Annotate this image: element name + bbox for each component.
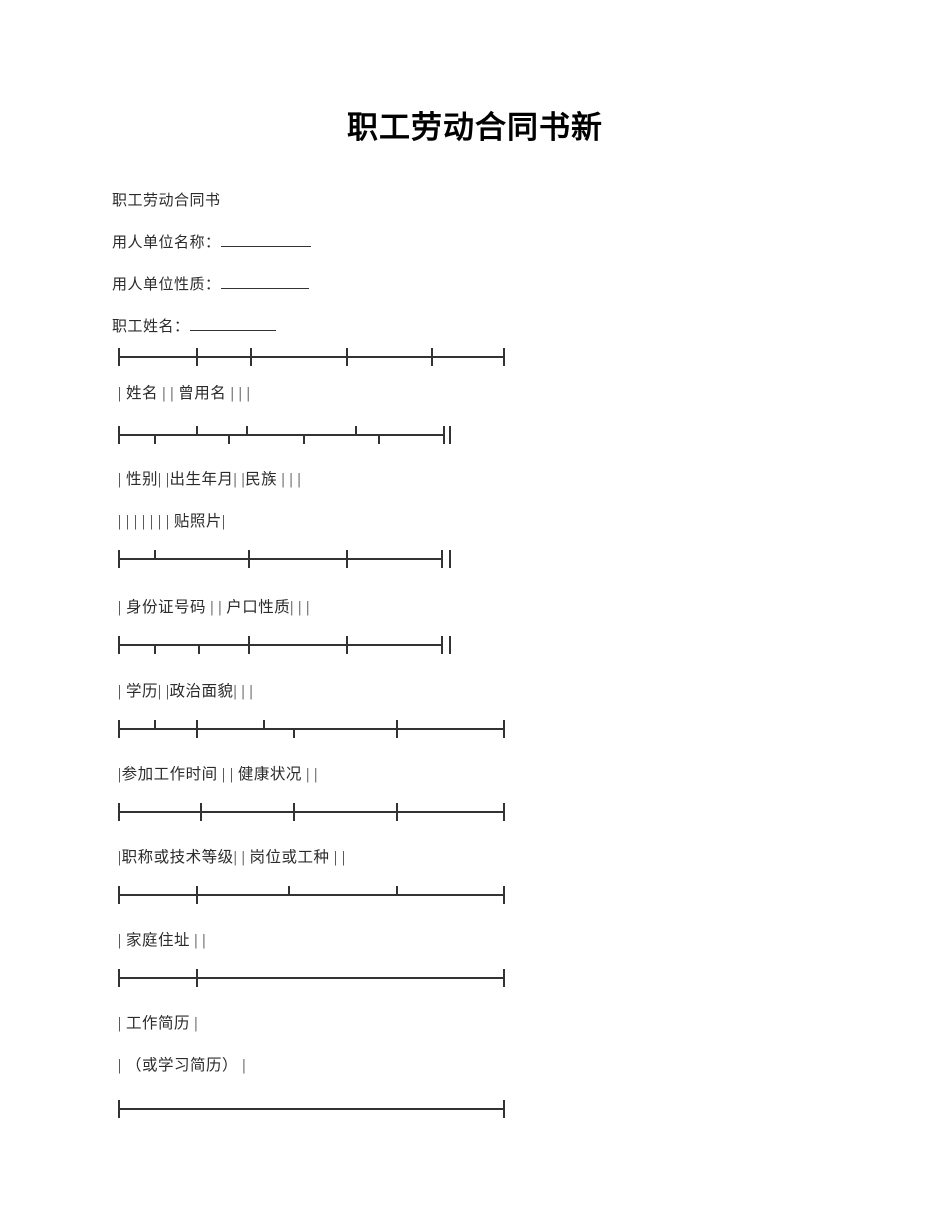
table-rule-6 bbox=[118, 803, 505, 821]
rule-tick bbox=[118, 977, 120, 987]
table-row-photo: | | | | | | | 贴照片| bbox=[118, 513, 226, 530]
fill-blank-employee-name[interactable] bbox=[189, 316, 276, 331]
rule-line bbox=[118, 1108, 505, 1110]
rule-tick bbox=[503, 1108, 505, 1118]
rule-tick bbox=[246, 426, 248, 435]
rule-tick bbox=[396, 811, 398, 821]
document-page: 职工劳动合同书新 职工劳动合同书 用人单位名称： 用人单位性质： 职工姓名： | 姓名… bbox=[0, 0, 950, 1230]
rule-tick bbox=[503, 348, 505, 366]
rule-tick bbox=[355, 426, 357, 435]
rule-tick bbox=[118, 811, 120, 821]
rule-tick bbox=[250, 348, 252, 366]
rule-tick bbox=[118, 1108, 120, 1118]
rule-tick bbox=[293, 728, 295, 738]
rule-tick bbox=[441, 558, 443, 568]
intro-line-employer-nature: 用人单位性质： bbox=[112, 264, 812, 306]
rule-tick bbox=[396, 886, 398, 895]
rule-line bbox=[118, 977, 505, 979]
rule-tick bbox=[441, 644, 443, 654]
rule-stray-bar bbox=[449, 636, 451, 654]
rule-tick bbox=[263, 720, 265, 729]
rule-line bbox=[118, 356, 505, 358]
rule-tick bbox=[228, 434, 230, 444]
rule-tick bbox=[248, 644, 250, 654]
rule-tick bbox=[346, 348, 348, 366]
table-row-name: | 姓名 | | 曾用名 | | | bbox=[118, 385, 251, 402]
rule-tick bbox=[503, 811, 505, 821]
intro-label-employer-nature: 用人单位性质： bbox=[112, 277, 221, 293]
rule-tick bbox=[443, 434, 445, 444]
rule-tick bbox=[118, 348, 120, 366]
rule-tick bbox=[431, 348, 433, 366]
rule-tick bbox=[346, 644, 348, 654]
page-title: 职工劳动合同书新 bbox=[347, 110, 603, 145]
rule-tick bbox=[196, 977, 198, 987]
table-row-education: | 学历| |政治面貌| | | bbox=[118, 683, 254, 700]
fill-blank-employer-name[interactable] bbox=[220, 232, 311, 247]
rule-tick bbox=[378, 434, 380, 444]
table-row-id-household: | 身份证号码 | | 户口性质| | | bbox=[118, 599, 310, 616]
rule-line bbox=[118, 811, 505, 813]
rule-stray-bar bbox=[449, 550, 451, 568]
fill-blank-employer-nature[interactable] bbox=[220, 274, 309, 289]
rule-tick bbox=[118, 728, 120, 738]
intro-line-employee-name: 职工姓名： bbox=[112, 306, 812, 348]
rule-line bbox=[118, 894, 505, 896]
rule-tick bbox=[293, 811, 295, 821]
rule-tick bbox=[396, 728, 398, 738]
rule-tick bbox=[154, 644, 156, 654]
table-rule-5 bbox=[118, 720, 505, 738]
rule-line bbox=[118, 434, 443, 436]
rule-tick bbox=[118, 434, 120, 444]
rule-tick bbox=[200, 811, 202, 821]
rule-tick bbox=[196, 894, 198, 904]
table-row-work-history: | 工作简历 | bbox=[118, 1015, 198, 1032]
table-row-study-history: | （或学习简历） | bbox=[118, 1057, 246, 1074]
rule-tick bbox=[154, 720, 156, 729]
rule-tick bbox=[118, 558, 120, 568]
rule-line bbox=[118, 558, 443, 560]
rule-tick bbox=[503, 977, 505, 987]
rule-tick bbox=[503, 728, 505, 738]
rule-tick bbox=[248, 558, 250, 568]
table-row-gender-dob: | 性别| |出生年月| |民族 | | | bbox=[118, 471, 302, 488]
table-rule-4 bbox=[118, 636, 451, 654]
table-rule-8 bbox=[118, 969, 505, 987]
rule-tick bbox=[154, 434, 156, 444]
rule-tick bbox=[154, 550, 156, 559]
table-row-home-address: | 家庭住址 | | bbox=[118, 932, 206, 949]
intro-label-employer-name: 用人单位名称： bbox=[112, 235, 221, 251]
rule-tick bbox=[503, 894, 505, 904]
intro-line-employer-name: 用人单位名称： bbox=[112, 222, 812, 264]
rule-tick bbox=[198, 644, 200, 654]
table-row-work-start: |参加工作时间 | | 健康状况 | | bbox=[118, 766, 318, 783]
table-rule-3 bbox=[118, 550, 451, 568]
table-rule-9 bbox=[118, 1100, 505, 1118]
rule-stray-bar bbox=[449, 426, 451, 444]
rule-tick bbox=[303, 434, 305, 444]
table-rule-7 bbox=[118, 886, 505, 904]
rule-tick bbox=[288, 886, 290, 895]
rule-line bbox=[118, 728, 505, 730]
table-row-title-position: |职称或技术等级| | 岗位或工种 | | bbox=[118, 849, 346, 866]
intro-line-subtitle: 职工劳动合同书 bbox=[112, 193, 221, 209]
table-rule-2 bbox=[118, 426, 451, 444]
rule-tick bbox=[118, 894, 120, 904]
rule-tick bbox=[196, 348, 198, 366]
rule-tick bbox=[346, 558, 348, 568]
rule-tick bbox=[196, 426, 198, 435]
rule-tick bbox=[118, 644, 120, 654]
intro-label-employee-name: 职工姓名： bbox=[112, 319, 190, 335]
rule-line bbox=[118, 644, 443, 646]
table-rule-1 bbox=[118, 348, 505, 366]
rule-tick bbox=[196, 728, 198, 738]
intro-block: 职工劳动合同书 用人单位名称： 用人单位性质： 职工姓名： bbox=[112, 180, 812, 348]
